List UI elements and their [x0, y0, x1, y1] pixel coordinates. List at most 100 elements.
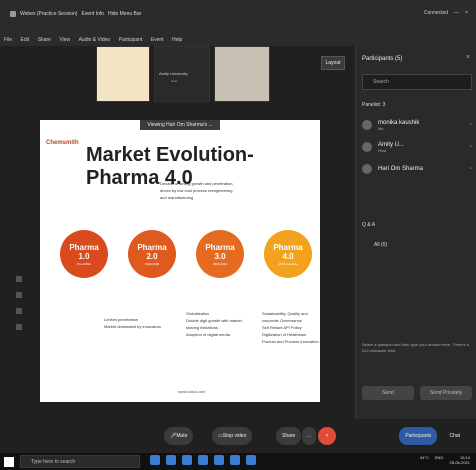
pharma-2-label: Pharma — [137, 242, 167, 252]
minimize-icon[interactable]: — — [454, 10, 459, 16]
close-panel-icon[interactable]: × — [466, 54, 470, 61]
mic-icon: ◦ — [469, 144, 472, 150]
mail-icon[interactable] — [214, 455, 224, 465]
pharma-2-version: 2.0 — [146, 251, 158, 261]
pharma-4-years: 2020 onwards — [278, 261, 298, 266]
participant-role: Me — [378, 125, 384, 131]
explorer-icon[interactable] — [182, 455, 192, 465]
windows-start-icon[interactable] — [4, 457, 14, 467]
hide-menu-link[interactable]: Hide Menu Bar — [108, 11, 141, 17]
video-tile-presenter[interactable] — [214, 46, 270, 102]
pharma-3-version: 3.0 — [214, 251, 226, 261]
pharma-3-label: Pharma — [205, 242, 235, 252]
clock[interactable]: 15:14 25-06-2021 — [450, 455, 470, 465]
menu-view[interactable]: View — [59, 37, 70, 43]
participant-row[interactable]: monika kaushik Me ◦ — [362, 116, 472, 134]
left-toolbar — [16, 276, 24, 340]
meeting-controls: 🎤︎ Mute ▭ Stop video Share … × Participa… — [0, 419, 476, 453]
qa-tab-all[interactable]: All (0) — [374, 242, 387, 248]
host-tile-role: Host — [171, 79, 178, 83]
pharma-4-version: 4.0 — [282, 251, 294, 261]
taskbar-apps — [150, 455, 256, 465]
bullet-item: Double digit growth with market sharing … — [186, 318, 242, 330]
pharma-4-label: Pharma — [273, 242, 303, 252]
fullscreen-icon[interactable] — [16, 324, 22, 330]
menu-edit[interactable]: Edit — [21, 37, 30, 43]
bullet-item: Self Reliant API Policy — [262, 325, 302, 330]
menu-participant[interactable]: Participant — [119, 37, 143, 43]
bullet-item: Adoption of digital media — [186, 332, 230, 337]
participant-row[interactable]: Hari Om Sharma ◦ — [362, 160, 472, 178]
close-icon[interactable]: × — [465, 10, 468, 16]
pharma-1-bullets: Limited penetration Market dominated by … — [104, 316, 164, 330]
host-tile-label: Amity University — [159, 71, 188, 76]
bullet-item: Market dominated by innovators — [104, 324, 161, 329]
cortana-icon[interactable] — [150, 455, 160, 465]
shared-slide: Viewing Hari Om Sharma's ... Chemsmith M… — [40, 120, 320, 402]
menu-share[interactable]: Share — [38, 37, 51, 43]
participants-tab[interactable]: Participants — [399, 427, 438, 445]
share-label: Share — [282, 433, 296, 439]
menu-audio-video[interactable]: Audio & Video — [79, 37, 111, 43]
share-button[interactable]: Share — [276, 427, 302, 445]
pharma-4-bullets: Sustainability, Quality and corporate Go… — [262, 310, 320, 345]
participants-panel: Participants (5) × Search Panelist: 3 mo… — [355, 46, 476, 419]
bullet-item: Product and Process Innovation — [262, 339, 319, 344]
bullet-item: Digitization of Healthcare — [262, 332, 307, 337]
webex-app-icon[interactable] — [246, 455, 256, 465]
window-title: Webex (Practice Session) — [20, 11, 78, 17]
window-controls: Connected — × — [424, 10, 468, 16]
send-button[interactable]: Send — [362, 386, 414, 400]
mute-button[interactable]: 🎤︎ Mute — [164, 427, 194, 445]
stop-video-button[interactable]: ▭ Stop video — [212, 427, 253, 445]
participants-tab-label: Participants — [405, 433, 432, 439]
video-tile-host[interactable]: Amity University Host — [154, 46, 210, 102]
store-icon[interactable] — [198, 455, 208, 465]
system-tray: 34°C ENG 15:14 25-06-2021 — [420, 455, 470, 465]
qa-buttons: Send Send Privately — [362, 386, 472, 400]
pharma-1-years: Pre-1980s — [77, 261, 91, 266]
participant-row[interactable]: Amity U... Host ◦ — [362, 138, 472, 156]
qa-note: Select a question and then type your ans… — [362, 342, 469, 353]
layout-button[interactable]: Layout — [321, 56, 345, 70]
pharma-2-years: 1980-2000 — [144, 261, 160, 266]
chat-tab-label: Chat — [449, 433, 460, 439]
menu-help[interactable]: Help — [172, 37, 182, 43]
pharma-4-circle: Pharma 4.0 2020 onwards — [264, 230, 312, 278]
taskbar-search-input[interactable]: Type here to search — [20, 455, 140, 468]
menu-file[interactable]: File — [4, 37, 12, 43]
participant-name: Amity U... — [378, 141, 405, 148]
bullet-item: Globalization — [186, 311, 210, 316]
more-options-button[interactable]: … — [302, 427, 316, 445]
video-tile-participant[interactable] — [96, 46, 150, 102]
pharma-1-circle: Pharma 1.0 Pre-1980s — [60, 230, 108, 278]
clock-date: 25-06-2021 — [449, 460, 470, 465]
chat-tab[interactable]: Chat — [443, 427, 466, 445]
qa-label: Q & A — [362, 222, 376, 228]
title-row: Webex (Practice Session) Event Info Hide… — [10, 11, 141, 17]
pharma-3-bullets: Globalization Double digit growth with m… — [186, 310, 256, 338]
meeting-stage: Amity University Host Layout Viewing Har… — [0, 46, 355, 419]
stop-video-label: Stop video — [222, 433, 247, 439]
zoom-out-icon[interactable] — [16, 292, 22, 298]
task-view-icon[interactable] — [166, 455, 176, 465]
menu-bar: File Edit Share View Audio & Video Parti… — [0, 28, 476, 46]
participant-name: monika kaushik — [378, 119, 420, 126]
annotate-icon[interactable] — [16, 308, 22, 314]
zoom-icon[interactable] — [16, 276, 22, 282]
panel-tabs: Participants Chat — [399, 427, 466, 445]
send-privately-button[interactable]: Send Privately — [420, 386, 472, 400]
event-info-link[interactable]: Event Info — [81, 11, 104, 17]
participant-search-input[interactable]: Search — [362, 74, 472, 90]
slide-footer: www.cdsci.com — [178, 389, 206, 394]
edge-icon[interactable] — [230, 455, 240, 465]
participant-role: Host — [378, 147, 387, 153]
weather-text: 34°C — [419, 455, 429, 460]
leave-button[interactable]: × — [318, 427, 336, 445]
decade-note: Decade of strong growth and penetration,… — [160, 181, 234, 200]
menu-event[interactable]: Event — [151, 37, 164, 43]
language-indicator[interactable]: ENG — [435, 455, 444, 465]
panelist-label: Panelist: 3 — [362, 102, 386, 108]
pharma-1-label: Pharma — [69, 242, 99, 252]
bullet-item: Limited penetration — [104, 317, 139, 322]
